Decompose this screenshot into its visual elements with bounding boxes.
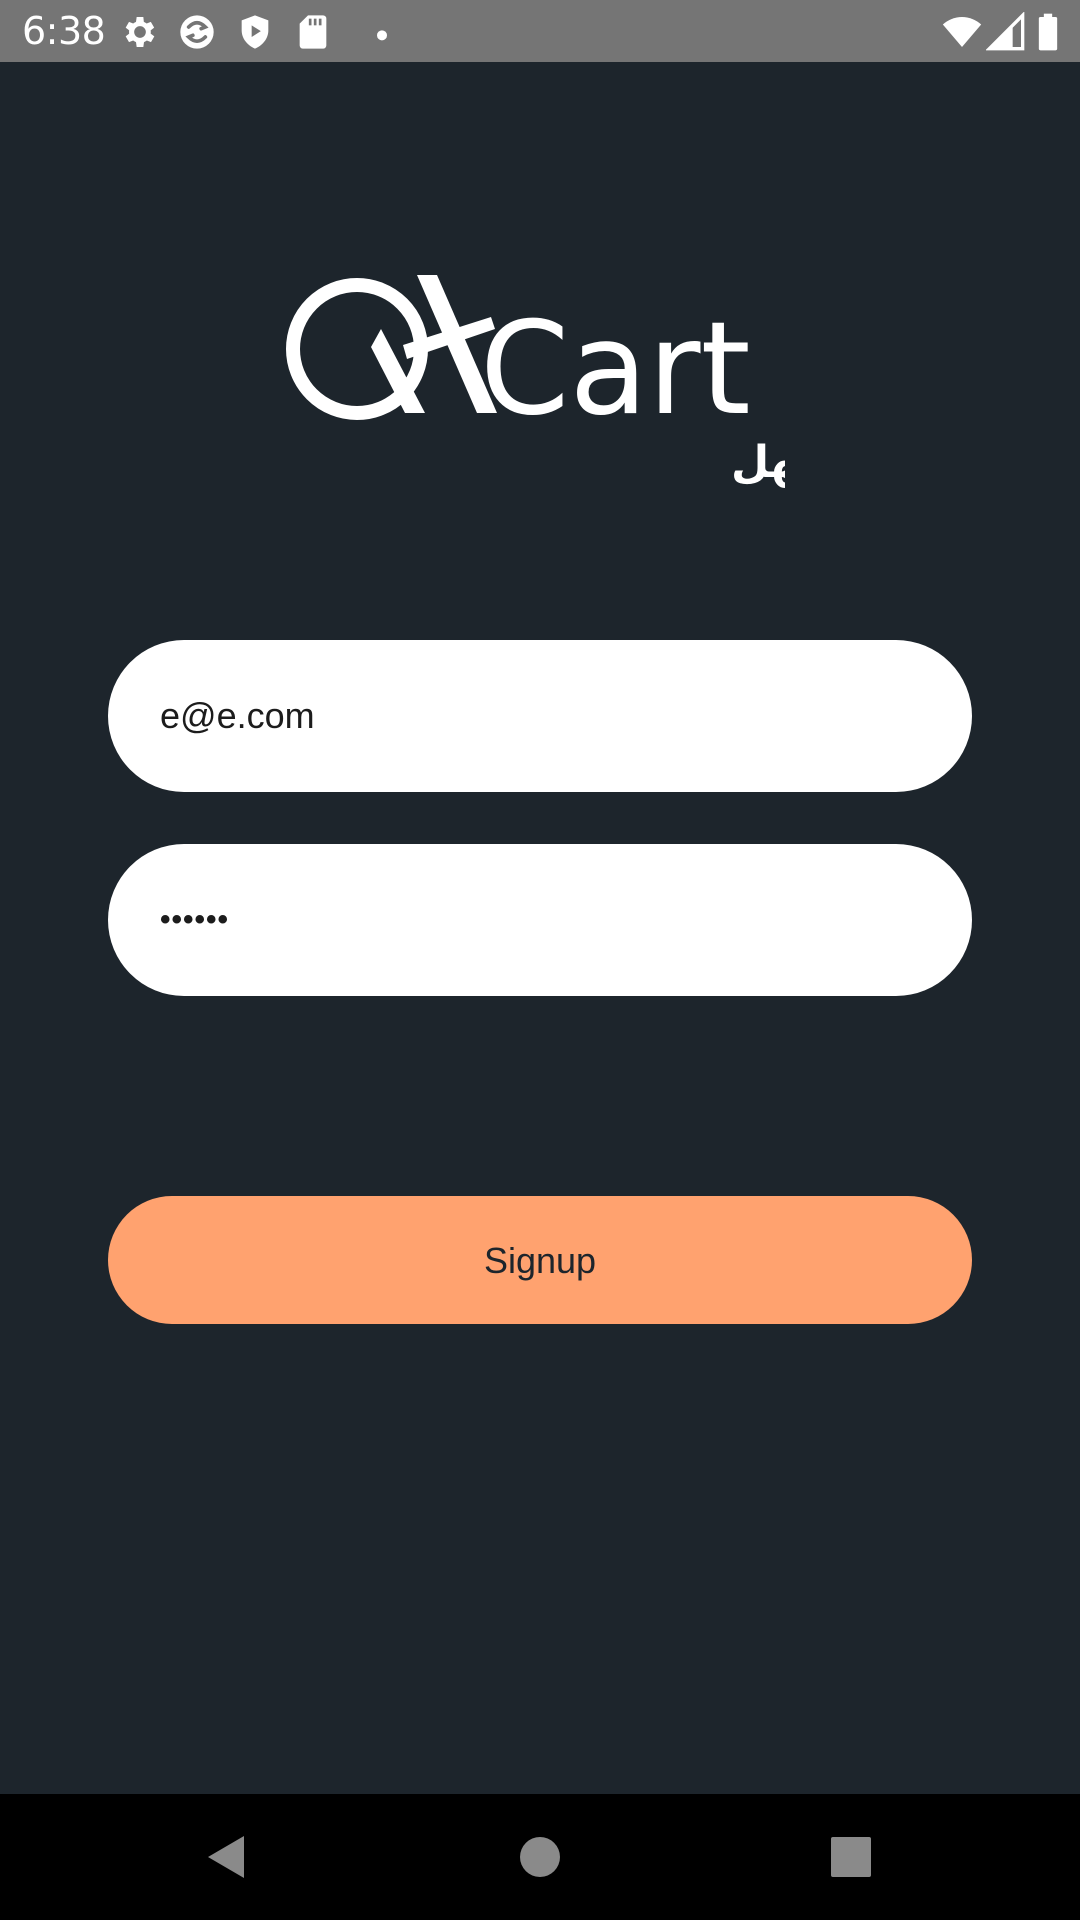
recents-icon[interactable]: [818, 1824, 884, 1890]
signup-button[interactable]: Signup: [108, 1196, 972, 1324]
back-icon[interactable]: [192, 1824, 258, 1890]
home-icon[interactable]: [507, 1824, 573, 1890]
logo-tagline: بالعربي أسهل: [731, 433, 785, 488]
cellular-signal-icon: [986, 12, 1026, 52]
wifi-icon: [940, 12, 984, 52]
battery-icon: [1035, 12, 1061, 52]
sd-card-icon: [293, 12, 333, 52]
email-field[interactable]: [160, 640, 920, 792]
status-time: 6:38: [22, 9, 106, 53]
refresh-app-icon: [177, 12, 217, 52]
status-bar: 6:38: [0, 0, 1080, 62]
shield-play-icon: [235, 12, 275, 52]
password-field[interactable]: [160, 844, 920, 996]
gear-icon: [120, 12, 160, 52]
email-field-container: [108, 640, 972, 792]
logo-wordmark: Cart: [480, 295, 751, 444]
notification-dot-icon: [352, 12, 392, 52]
qcart-logo: Cart بالعربي أسهل: [285, 267, 785, 507]
password-field-container: [108, 844, 972, 996]
signup-screen: Cart بالعربي أسهل Signup: [0, 62, 1080, 1794]
navigation-bar: [0, 1794, 1080, 1920]
